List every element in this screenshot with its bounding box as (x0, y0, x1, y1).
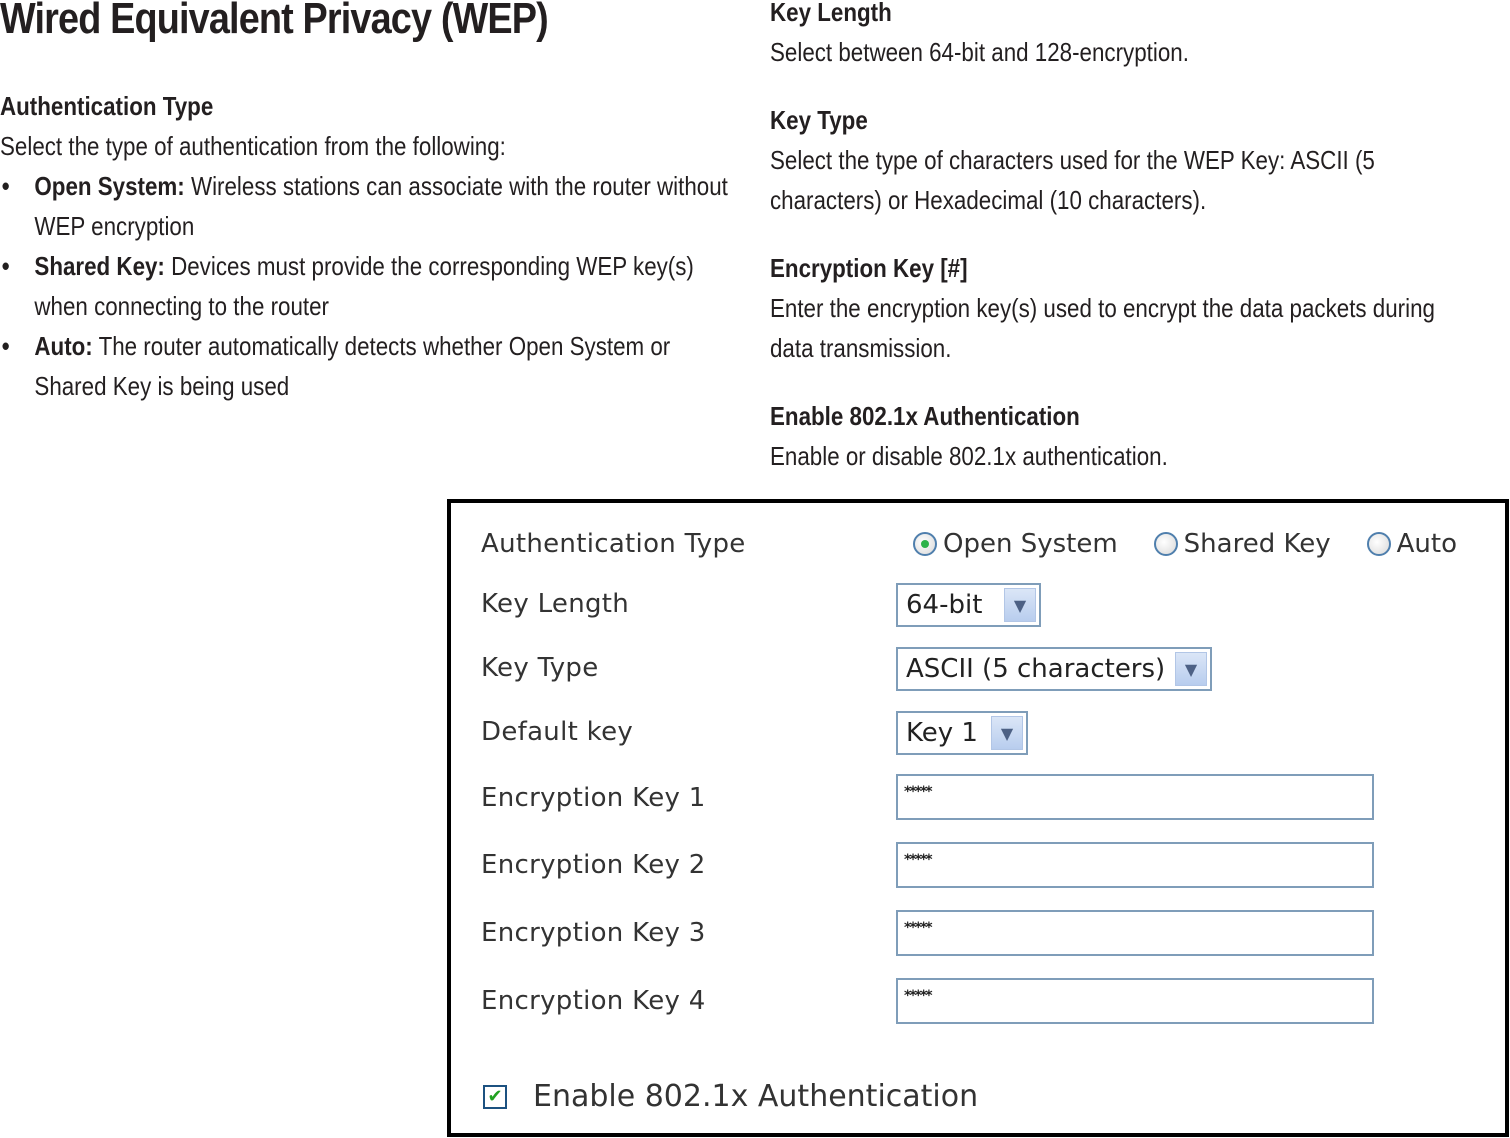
key-length-desc: Select between 64-bit and 128-encryption… (770, 37, 1189, 67)
radio-auto[interactable]: Auto (1366, 529, 1457, 559)
enable-8021x-section: Enable 802.1x Authentication Enable or d… (770, 396, 1510, 476)
encryption-key-3-input[interactable]: ***** (896, 910, 1374, 956)
field-descriptions: Key Length Select between 64-bit and 128… (770, 0, 1510, 504)
radio-shared-key[interactable]: Shared Key (1153, 529, 1331, 559)
radio-auto-icon[interactable] (1366, 532, 1391, 556)
key-type-section: Key Type Select the type of characters u… (770, 100, 1510, 220)
auth-type-list: • Open System: Wireless stations can ass… (0, 166, 740, 406)
bullet-icon: • (1, 251, 10, 281)
auth-type-radio-group: Open System Shared Key Auto (913, 529, 1493, 559)
default-key-select[interactable]: Key 1 ▼ (896, 711, 1028, 755)
wep-settings-screenshot: Authentication Type Open System Shared K… (447, 499, 1509, 1137)
auth-type-intro: Select the type of authentication from t… (0, 131, 506, 161)
enable-8021x-label: Enable 802.1x Authentication (533, 1079, 979, 1114)
encryption-key-2-input[interactable]: ***** (896, 842, 1374, 888)
term-open-system: Open System: (34, 171, 185, 201)
key-type-value: ASCII (5 characters) (906, 654, 1166, 684)
radio-shared-key-icon[interactable] (1153, 532, 1178, 556)
default-key-value: Key 1 (906, 718, 978, 748)
enable-8021x-checkbox[interactable]: ✔ (483, 1084, 507, 1109)
encryption-key-desc: Enter the encryption key(s) used to encr… (770, 293, 1435, 363)
bullet-icon: • (1, 171, 10, 201)
desc-auto: The router automatically detects whether… (34, 331, 671, 401)
encryption-key-4-input[interactable]: ***** (896, 978, 1374, 1024)
encryption-key-section: Encryption Key [#] Enter the encryption … (770, 248, 1510, 368)
label-default-key: Default key (481, 717, 634, 747)
auth-type-heading: Authentication Type (0, 91, 214, 121)
enable-8021x-heading: Enable 802.1x Authentication (770, 401, 1080, 431)
enable-8021x-row[interactable]: ✔ Enable 802.1x Authentication (483, 1079, 978, 1114)
radio-open-system-label: Open System (943, 529, 1118, 559)
chevron-down-icon[interactable]: ▼ (1175, 652, 1207, 686)
term-auto: Auto: (34, 331, 93, 361)
bullet-icon: • (1, 331, 10, 361)
encryption-key-heading: Encryption Key [#] (770, 253, 968, 283)
label-auth-type: Authentication Type (481, 529, 746, 559)
label-key-type: Key Type (481, 653, 599, 683)
key-type-select[interactable]: ASCII (5 characters) ▼ (896, 647, 1212, 691)
radio-shared-key-label: Shared Key (1183, 529, 1331, 559)
label-enc-key-4: Encryption Key 4 (481, 986, 706, 1016)
key-length-section: Key Length Select between 64-bit and 128… (770, 0, 1510, 72)
radio-open-system-icon[interactable] (913, 532, 937, 556)
term-shared-key: Shared Key: (34, 251, 165, 281)
list-item-shared-key: • Shared Key: Devices must provide the c… (0, 246, 740, 326)
label-enc-key-1: Encryption Key 1 (481, 783, 706, 813)
key-length-value: 64-bit (906, 590, 983, 620)
radio-auto-label: Auto (1396, 529, 1457, 559)
key-type-heading: Key Type (770, 105, 868, 135)
radio-open-system[interactable]: Open System (913, 529, 1118, 559)
chevron-down-icon[interactable]: ▼ (991, 716, 1023, 750)
key-length-select[interactable]: 64-bit ▼ (896, 583, 1041, 627)
key-type-desc: Select the type of characters used for t… (770, 145, 1375, 215)
label-key-length: Key Length (481, 589, 630, 619)
list-item-open-system: • Open System: Wireless stations can ass… (0, 166, 740, 246)
enable-8021x-desc: Enable or disable 802.1x authentication. (770, 441, 1168, 471)
encryption-key-1-input[interactable]: ***** (896, 774, 1374, 820)
list-item-auto: • Auto: The router automatically detects… (0, 326, 740, 406)
label-enc-key-3: Encryption Key 3 (481, 918, 706, 948)
label-enc-key-2: Encryption Key 2 (481, 850, 706, 880)
chevron-down-icon[interactable]: ▼ (1004, 588, 1036, 622)
page-title: Wired Equivalent Privacy (WEP) (0, 0, 549, 43)
auth-type-section: Authentication Type Select the type of a… (0, 86, 860, 406)
key-length-heading: Key Length (770, 0, 892, 27)
